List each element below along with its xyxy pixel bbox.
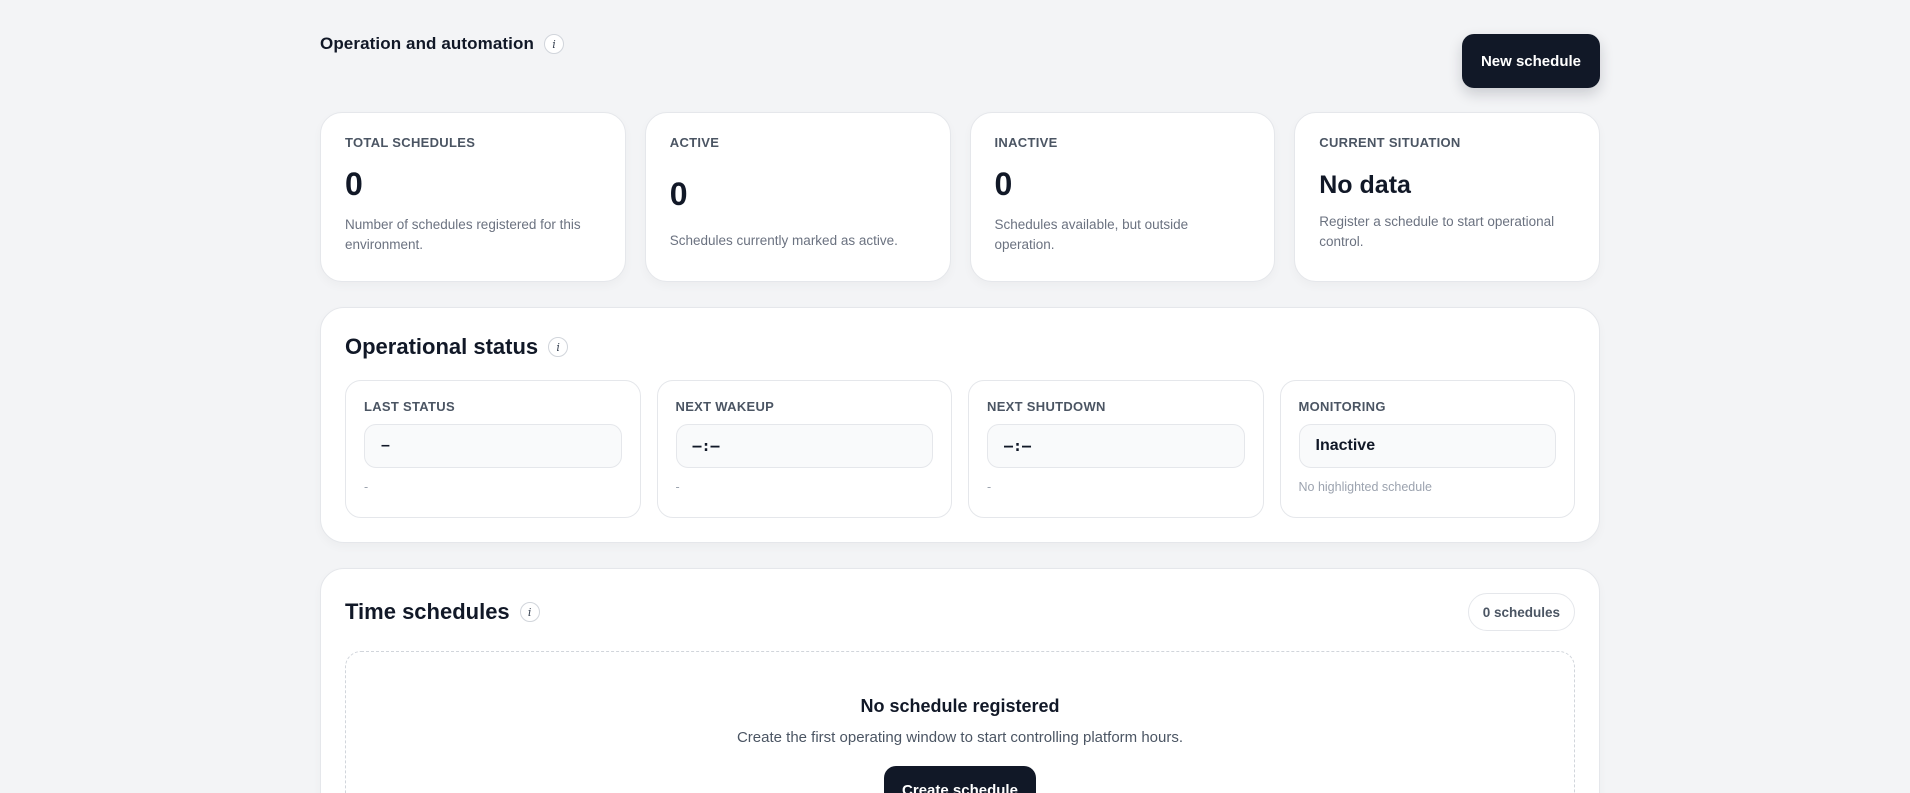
schedule-count-badge: 0 schedules — [1467, 593, 1575, 631]
empty-state-title: No schedule registered — [860, 696, 1060, 716]
status-value-field: –:– — [987, 424, 1245, 468]
stat-card-current-situation: CURRENT SITUATION No data Register a sch… — [1294, 112, 1600, 282]
status-note: - — [364, 480, 369, 494]
stat-description: Number of schedules registered for this … — [345, 217, 581, 252]
page: Operation and automation i New schedule … — [0, 0, 1910, 793]
stat-label: ACTIVE — [669, 135, 720, 150]
status-card-next-wakeup: NEXT WAKEUP –:– - — [656, 380, 952, 518]
status-note: No highlighted schedule — [1298, 480, 1432, 494]
status-note: - — [987, 480, 992, 494]
operational-status-panel: Operational status i LAST STATUS – - NEX… — [320, 307, 1600, 543]
create-schedule-button[interactable]: Create schedule — [884, 766, 1036, 793]
status-card-next-shutdown: NEXT SHUTDOWN –:– - — [968, 380, 1264, 518]
status-grid: LAST STATUS – - NEXT WAKEUP –:– - NEXT S… — [345, 380, 1575, 518]
stat-description: Schedules currently marked as active. — [669, 233, 898, 248]
status-label: LAST STATUS — [364, 399, 455, 414]
stat-label: CURRENT SITUATION — [1319, 135, 1461, 150]
stat-card-inactive: INACTIVE 0 Schedules available, but outs… — [969, 112, 1276, 282]
stat-card-active: ACTIVE 0 Schedules currently marked as a… — [644, 112, 951, 282]
empty-state-description: Create the first operating window to sta… — [736, 729, 1184, 746]
header: Operation and automation i New schedule — [320, 0, 1600, 112]
status-label: MONITORING — [1298, 399, 1386, 414]
info-icon[interactable]: i — [519, 602, 540, 622]
panel-title: Time schedules — [345, 599, 510, 624]
stat-value: 0 — [345, 166, 363, 202]
status-label: NEXT SHUTDOWN — [987, 399, 1106, 414]
status-card-monitoring: MONITORING Inactive No highlighted sched… — [1279, 380, 1575, 518]
stat-value: No data — [1319, 171, 1411, 199]
main-container: Operation and automation i New schedule … — [320, 0, 1600, 793]
empty-state: No schedule registered Create the first … — [345, 651, 1575, 793]
status-label: NEXT WAKEUP — [675, 399, 775, 414]
status-value-field: – — [364, 424, 622, 468]
info-icon[interactable]: i — [548, 337, 569, 357]
info-icon[interactable]: i — [543, 34, 564, 54]
panel-title-group: Time schedules i — [345, 597, 540, 627]
stat-label: INACTIVE — [994, 135, 1058, 150]
panel-header: Time schedules i 0 schedules — [345, 593, 1575, 631]
panel-title: Operational status — [345, 334, 539, 359]
page-title-group: Operation and automation i — [320, 34, 564, 54]
stat-card-total: TOTAL SCHEDULES 0 Number of schedules re… — [320, 112, 626, 282]
stats-row: TOTAL SCHEDULES 0 Number of schedules re… — [320, 112, 1600, 282]
new-schedule-button[interactable]: New schedule — [1461, 34, 1600, 88]
panel-header: Operational status i — [345, 332, 1575, 362]
stat-label: TOTAL SCHEDULES — [345, 135, 476, 150]
page-title: Operation and automation — [320, 34, 534, 53]
stat-value: 0 — [669, 176, 688, 212]
time-schedules-panel: Time schedules i 0 schedules No schedule… — [320, 568, 1600, 793]
stat-description: Schedules available, but outside operati… — [994, 217, 1189, 252]
stat-description: Register a schedule to start operational… — [1319, 214, 1555, 249]
stat-value: 0 — [994, 166, 1013, 202]
status-value-field: Inactive — [1298, 424, 1556, 468]
status-note: - — [675, 480, 680, 494]
status-card-last-status: LAST STATUS – - — [345, 380, 641, 518]
status-value-field: –:– — [675, 424, 933, 468]
